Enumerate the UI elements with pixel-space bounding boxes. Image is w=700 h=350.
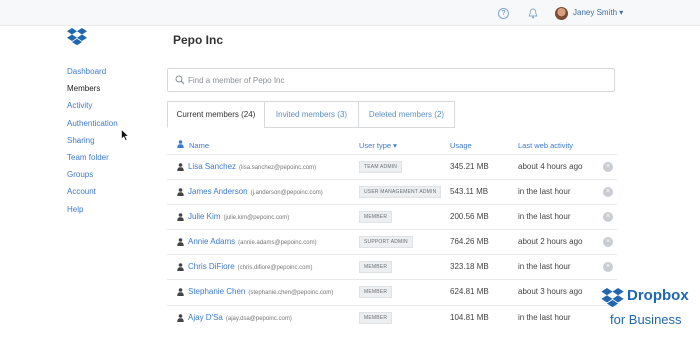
sidebar-item-team-folder[interactable]: Team folder (67, 152, 157, 169)
person-icon (177, 238, 184, 247)
members-table: Lisa Sanchez (lisa.sanchez@pepoinc.com) T… (167, 154, 617, 330)
last-activity-value: in the last hour (518, 312, 571, 322)
bell-icon[interactable] (528, 8, 538, 19)
member-email: (j.anderson@pepoinc.com) (250, 190, 323, 197)
usage-value: 200.56 MB (450, 212, 489, 222)
tab-current-members[interactable]: Current members (24) (167, 101, 265, 128)
usage-value: 624.81 MB (450, 287, 489, 297)
usage-value: 345.21 MB (450, 162, 489, 171)
remove-icon[interactable]: × (603, 262, 613, 273)
member-name[interactable]: James Anderson (188, 187, 248, 196)
table-row[interactable]: Stephanie Chen (stephanie.chen@pepoinc.co… (167, 279, 617, 304)
member-email: (stephanie.chen@pepoinc.com) (248, 290, 334, 297)
user-type-badge: MEMBER (359, 286, 393, 299)
user-type-badge: MEMBER (359, 311, 393, 324)
tab-invited-members[interactable]: Invited members (3) (264, 101, 359, 128)
member-name[interactable]: Annie Adams (188, 237, 235, 246)
usage-value: 543.11 MB (450, 187, 489, 197)
table-row[interactable]: Ajay D'Sa (ajay.dsa@pepoinc.com) MEMBER 1… (167, 304, 617, 330)
person-icon (177, 140, 184, 148)
page-title: Pepo Inc (173, 33, 224, 47)
last-activity-value: in the last hour (518, 262, 571, 272)
column-header-last-activity[interactable]: Last web activity (518, 141, 573, 150)
sidebar-item-account[interactable]: Account (67, 186, 157, 203)
sidebar-item-sharing[interactable]: Sharing (67, 135, 157, 152)
chevron-down-icon: ▾ (619, 8, 624, 17)
sidebar-item-members[interactable]: Members (67, 83, 157, 100)
brand-subtitle: for Business (610, 312, 682, 327)
table-row[interactable]: Julie Kim (julie.kim@pepoinc.com) MEMBER … (167, 204, 617, 229)
user-type-badge: SUPPORT ADMIN (359, 236, 413, 249)
avatar[interactable] (555, 7, 568, 20)
table-row[interactable]: Lisa Sanchez (lisa.sanchez@pepoinc.com) T… (167, 154, 617, 179)
column-header-usage[interactable]: Usage (450, 141, 472, 150)
top-bar: ? Janey Smith ▾ (0, 0, 700, 26)
last-activity-value: in the last hour (518, 212, 571, 222)
user-type-badge: TEAM ADMIN (359, 161, 403, 173)
member-email: (annie.adams@pepoinc.com) (238, 240, 317, 247)
person-icon (177, 163, 184, 171)
mouse-cursor-icon (121, 129, 129, 141)
usage-value: 323.18 MB (450, 262, 489, 272)
table-row[interactable]: Chris DiFiore (chris.difiore@pepoinc.com)… (167, 254, 617, 279)
sidebar-item-activity[interactable]: Activity (67, 100, 157, 117)
member-email: (chris.difiore@pepoinc.com) (237, 265, 313, 272)
member-email: (ajay.dsa@pepoinc.com) (225, 315, 292, 322)
usage-value: 764.26 MB (450, 237, 489, 247)
member-name[interactable]: Stephanie Chen (188, 287, 245, 296)
member-email: (julie.kim@pepoinc.com) (223, 215, 290, 222)
table-row[interactable]: James Anderson (j.anderson@pepoinc.com) U… (167, 179, 617, 204)
brand-name: Dropbox (627, 287, 689, 304)
remove-icon[interactable]: × (603, 162, 613, 172)
person-icon (177, 213, 184, 222)
sidebar-nav: Dashboard Members Activity Authenticatio… (67, 66, 157, 221)
person-icon (177, 288, 184, 297)
dropbox-logo-icon[interactable] (67, 28, 87, 46)
remove-icon[interactable]: × (603, 187, 613, 198)
sidebar-item-dashboard[interactable]: Dashboard (67, 66, 157, 83)
member-name[interactable]: Lisa Sanchez (188, 162, 236, 171)
table-header: Name User type ▾ Usage Last web activity (167, 138, 617, 154)
remove-icon[interactable]: × (603, 237, 613, 248)
person-icon (177, 188, 184, 197)
table-row[interactable]: Annie Adams (annie.adams@pepoinc.com) SUP… (167, 229, 617, 254)
tab-deleted-members[interactable]: Deleted members (2) (358, 101, 455, 128)
sidebar-item-groups[interactable]: Groups (67, 169, 157, 186)
member-name[interactable]: Ajay D'Sa (188, 313, 223, 322)
last-activity-value: about 4 hours ago (518, 162, 583, 171)
member-name[interactable]: Julie Kim (188, 212, 220, 221)
user-type-badge: USER MANAGEMENT ADMIN (359, 186, 442, 199)
user-type-badge: MEMBER (359, 211, 393, 224)
member-search[interactable] (167, 68, 615, 92)
person-icon (177, 263, 184, 272)
usage-value: 104.81 MB (450, 312, 489, 322)
help-icon[interactable]: ? (498, 8, 509, 19)
dropbox-logo-icon (601, 288, 624, 308)
member-name[interactable]: Chris DiFiore (188, 262, 235, 271)
column-header-name[interactable]: Name (189, 141, 209, 150)
last-activity-value: about 2 hours ago (518, 237, 583, 247)
search-icon (175, 75, 185, 85)
user-name: Janey Smith (573, 8, 618, 17)
search-input[interactable] (188, 72, 608, 88)
user-type-badge: MEMBER (359, 261, 393, 274)
sidebar-item-authentication[interactable]: Authentication (67, 118, 157, 135)
last-activity-value: about 3 hours ago (518, 287, 583, 297)
sidebar-item-help[interactable]: Help (67, 204, 157, 221)
column-header-user-type[interactable]: User type ▾ (359, 141, 397, 150)
person-icon (177, 313, 184, 322)
last-activity-value: in the last hour (518, 187, 571, 197)
remove-icon[interactable]: × (603, 212, 613, 223)
user-menu[interactable]: Janey Smith ▾ (573, 8, 623, 17)
member-email: (lisa.sanchez@pepoinc.com) (239, 165, 317, 171)
